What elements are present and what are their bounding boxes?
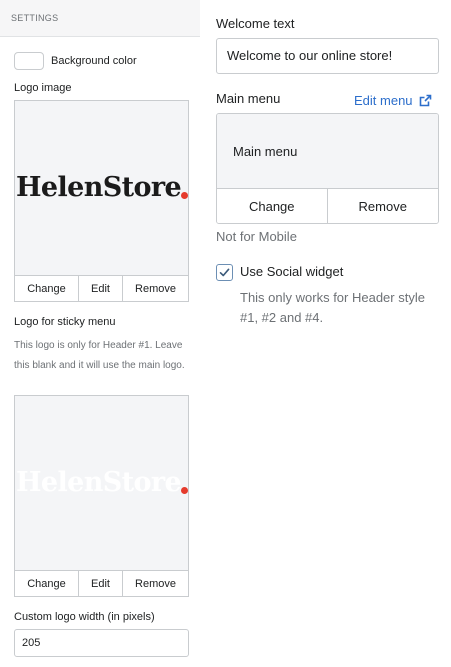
custom-logo-width-input[interactable]: 205 [14,629,189,657]
logo-image-actions: Change Edit Remove [15,276,188,301]
logo-image-label: Logo image [14,82,72,94]
social-widget-help: This only works for Header style #1, #2 … [240,290,425,325]
main-menu-change-button[interactable]: Change [217,189,328,223]
social-widget-label: Use Social widget [240,264,344,279]
social-widget-checkbox[interactable] [216,264,233,281]
checkmark-icon [219,268,230,277]
sticky-logo-dot [181,487,188,494]
logo-image-preview[interactable]: HelenStore [15,101,188,276]
main-menu-remove-button[interactable]: Remove [327,189,438,223]
logo-dot [181,192,188,199]
sticky-logo-label: Logo for sticky menu [14,316,116,328]
logo-remove-button[interactable]: Remove [123,276,188,301]
sticky-logo-edit-button[interactable]: Edit [79,571,123,596]
sticky-logo-remove-button[interactable]: Remove [123,571,188,596]
sticky-logo-change-button[interactable]: Change [15,571,79,596]
edit-menu-link[interactable]: Edit menu [354,91,432,109]
edit-menu-label: Edit menu [354,92,413,108]
logo-image-picker: HelenStore Change Edit Remove [14,100,189,302]
background-color-swatch[interactable] [14,52,44,70]
main-menu-preview[interactable]: Main menu [217,114,438,189]
external-link-icon [419,94,431,106]
settings-header: SETTINGS [0,0,200,37]
background-color-row: Background color [14,52,137,70]
sticky-logo-actions: Change Edit Remove [15,571,188,596]
sticky-logo-picker: HelenStore Change Edit Remove [14,395,189,597]
main-menu-picker: Main menu Change Remove [216,113,439,224]
sticky-logo-wordmark: HelenStore [16,467,182,498]
logo-change-button[interactable]: Change [15,276,79,301]
welcome-text-label: Welcome text [216,16,295,31]
background-color-label: Background color [51,55,137,67]
settings-sidebar: SETTINGS Background color Logo image Hel… [0,0,200,667]
sticky-logo-help: This logo is only for Header #1. Leave t… [14,340,185,371]
main-menu-label: Main menu [216,91,281,106]
not-for-mobile-note: Not for Mobile [216,229,297,244]
logo-edit-button[interactable]: Edit [79,276,123,301]
logo-wordmark: HelenStore [16,172,182,203]
welcome-text-input[interactable]: Welcome to our online store! [216,38,439,74]
sticky-logo-preview[interactable]: HelenStore [15,396,188,571]
custom-logo-width-label: Custom logo width (in pixels) [14,611,155,623]
main-menu-actions: Change Remove [217,189,438,223]
